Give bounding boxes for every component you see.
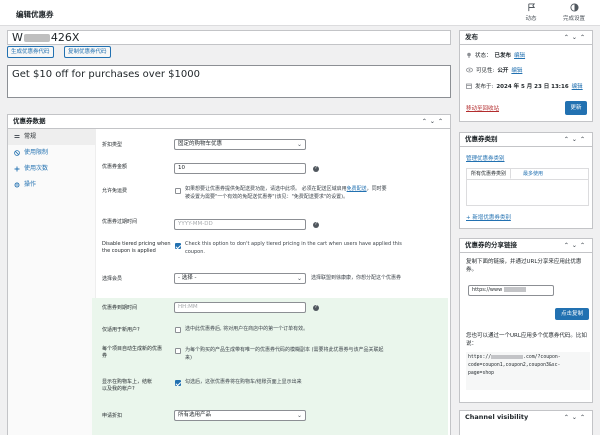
publish-title: 发布: [465, 33, 478, 41]
show-cart-note: 勾选后，这张优惠券将在购物车/结账页面上显示出来: [185, 379, 302, 385]
free-shipping-note: 如果想要让优惠券提供免配送费功能，请选中此项。 必须在配送区域启用免费配送，同时…: [185, 186, 387, 200]
panel-controls[interactable]: ⌃⌄⌃: [564, 31, 588, 44]
tiered-pricing-note: Check this option to don't apply tiered …: [185, 241, 402, 255]
tab-usage-restriction[interactable]: 使用限制: [8, 145, 95, 161]
channel-visibility-title: Channel visibility: [465, 413, 529, 421]
coupon-code-input[interactable]: W 426X: [7, 30, 451, 45]
manage-categories-link[interactable]: 管理优惠券类别: [466, 154, 505, 162]
tiered-pricing-checkbox[interactable]: [175, 243, 181, 249]
channel-visibility-panel: Channel visibility ⌃⌄⌃: [459, 410, 593, 435]
free-shipping-checkbox[interactable]: [175, 188, 181, 194]
free-shipping-label: 允许免运费: [102, 188, 128, 194]
share-description: 复制下面的链接，并通过URL分享来应用此优惠券。: [466, 259, 582, 273]
share-link-panel: 优惠券的分享链接 ⌃⌄⌃ 复制下面的链接，并通过URL分享来应用此优惠券。 ht…: [459, 238, 593, 403]
expiry-date-label: 优惠券过期时间: [102, 219, 138, 225]
auto-generate-checkbox[interactable]: [175, 348, 181, 354]
tab-most-used[interactable]: 最多使用: [523, 169, 543, 179]
chevron-down-icon: ⌄: [296, 412, 302, 419]
member-note: 选择联盟到徐康康，你想分配这个优惠券: [311, 275, 402, 281]
category-box: 所有优惠券类别 最多使用: [466, 168, 589, 206]
move-to-trash-link[interactable]: 移动至回收站: [466, 104, 499, 112]
coupon-data-title: 优惠券数据: [13, 117, 46, 125]
page-title: 编辑优惠券: [16, 10, 54, 19]
chevron-down-icon: ⌄: [296, 275, 302, 282]
help-icon: ?: [313, 166, 319, 172]
discount-type-select[interactable]: 固定的购物车优惠 ⌄: [174, 139, 306, 150]
show-cart-checkbox[interactable]: [175, 380, 181, 386]
eye-icon: [466, 67, 473, 73]
share-hint: 您也可以通过一个URL应用多个优惠券代码。比如说：: [466, 333, 587, 347]
auto-generate-note: 为每个购买的产品生成带有唯一的优惠券代码的模糊副本 (需要将此优惠券与该产品关联…: [185, 347, 384, 361]
share-example: https://.com/?coupon- code=coupon1,coupo…: [466, 352, 590, 390]
edit-visibility-link[interactable]: 编辑: [511, 66, 522, 74]
categories-title: 优惠券类别: [465, 135, 498, 143]
gear-icon: [14, 182, 20, 188]
help-icon: ?: [313, 222, 319, 228]
generate-code-button[interactable]: 生成优惠券代码: [7, 46, 54, 58]
free-shipping-link[interactable]: 免费配送: [347, 186, 367, 192]
copy-link-button[interactable]: 点击复制: [555, 308, 589, 320]
block-icon: [14, 150, 20, 156]
activity-button[interactable]: 动态: [516, 3, 546, 22]
show-cart-label: 显示在购物车上，结帐 以及我的帐户?: [102, 379, 153, 392]
new-user-label: 仅适用于新用户?: [102, 327, 140, 333]
copy-code-button[interactable]: 复制优惠券代码: [64, 46, 111, 58]
add-category-link[interactable]: + 新增优惠券类别: [466, 213, 511, 221]
apply-discount-label: 申请折扣: [102, 413, 123, 419]
help-icon: ?: [313, 305, 319, 311]
calendar-icon: [466, 83, 472, 89]
wrench-icon: [14, 135, 20, 138]
redacted-url: [504, 287, 527, 292]
redacted-code: [23, 34, 50, 42]
publish-panel: 发布 ⌃⌄⌃ 状态： 已发布 编辑 可见性: 公开 编辑 发布于: 2024 年…: [459, 30, 593, 122]
tiered-pricing-label: Disable tiered pricing when the coupon i…: [102, 241, 171, 254]
flag-icon: [527, 3, 535, 12]
tab-general[interactable]: 常规: [8, 129, 95, 145]
coupon-categories-panel: 优惠券类别 ⌃⌄⌃ 管理优惠券类别 所有优惠券类别 最多使用 + 新增优惠券类别: [459, 132, 593, 229]
tab-all-categories[interactable]: 所有优惠券类别: [467, 169, 512, 179]
published-row: 发布于: 2024 年 5 月 23 日 13:16 编辑: [466, 82, 583, 90]
discount-type-label: 折扣类型: [102, 142, 123, 148]
panel-controls[interactable]: ⌃⌄⌃: [564, 133, 588, 146]
panel-controls[interactable]: ⌃⌄⌃: [564, 411, 588, 424]
progress-circle-icon: [569, 3, 579, 12]
top-bar: 编辑优惠券 动态 完成设置: [0, 0, 600, 26]
chevron-down-icon: ⌄: [296, 141, 302, 148]
coupon-data-tabs: 常规 使用限制 使用次数 操作: [8, 129, 96, 435]
visibility-row: 可见性: 公开 编辑: [466, 66, 522, 74]
member-label: 选择会员: [102, 276, 123, 282]
expiry-time-label: 优惠券到期时间: [102, 305, 138, 311]
plus-icon: [14, 166, 20, 172]
category-list: [467, 179, 588, 205]
auto-generate-label: 每个项目自动生成新的优惠 券: [102, 346, 163, 359]
tab-actions[interactable]: 操作: [8, 177, 95, 193]
edit-status-link[interactable]: 编辑: [514, 51, 525, 59]
amount-label: 优惠券金额: [102, 164, 128, 170]
expiry-date-input[interactable]: YYYY-MM-DD: [174, 219, 306, 230]
panel-controls[interactable]: ⌃⌄⌃: [564, 239, 588, 252]
expiry-time-input[interactable]: HH:MM: [174, 302, 306, 313]
coupon-description-input[interactable]: Get $10 off for purchases over $1000: [7, 65, 451, 98]
redacted-domain: [491, 354, 524, 359]
amount-input[interactable]: 10: [174, 163, 306, 174]
new-user-checkbox[interactable]: [175, 327, 181, 333]
new-user-note: 选中此优惠券后, 将对用户在商店中的第一个订单有效。: [185, 326, 309, 332]
status-row: 状态： 已发布 编辑: [466, 51, 525, 59]
tab-usage-limits[interactable]: 使用次数: [8, 161, 95, 177]
member-select[interactable]: - 选择 - ⌄: [174, 273, 306, 284]
setup-button[interactable]: 完成设置: [552, 3, 596, 22]
update-button[interactable]: 更新: [565, 101, 587, 115]
edit-date-link[interactable]: 编辑: [572, 82, 583, 90]
pin-icon: [467, 52, 471, 58]
share-title: 优惠券的分享链接: [465, 241, 517, 249]
apply-discount-select[interactable]: 所有选用产品 ⌄: [174, 410, 306, 421]
share-url-input[interactable]: https://www: [468, 285, 554, 296]
panel-controls[interactable]: ⌃⌄⌃: [422, 115, 446, 128]
